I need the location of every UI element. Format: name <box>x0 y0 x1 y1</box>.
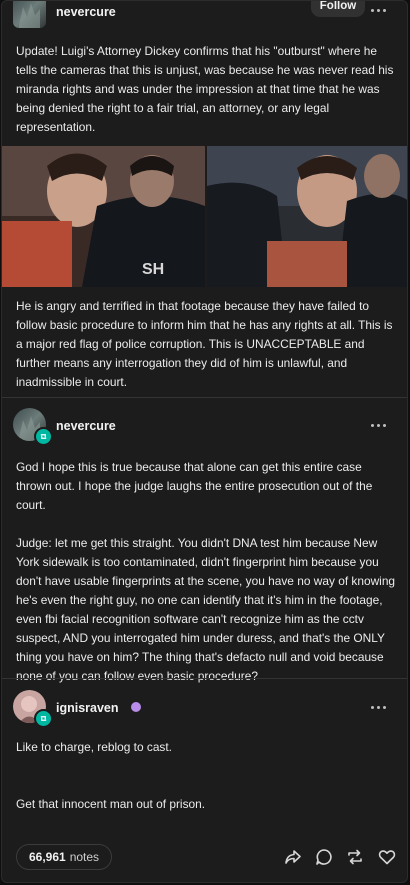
post-body: Update! Luigi's Attorney Dickey confirms… <box>16 42 396 137</box>
more-dots-icon[interactable] <box>371 6 389 14</box>
notes-label: notes <box>69 850 100 864</box>
more-dots-icon[interactable] <box>371 703 389 711</box>
reblog1-body: God I hope this is true because that alo… <box>16 458 396 686</box>
post-text: Update! Luigi's Attorney Dickey confirms… <box>16 44 394 134</box>
notes-count: 66,961 <box>29 850 66 864</box>
post-text-2: He is angry and terrified in that footag… <box>16 299 393 389</box>
reblog2-author[interactable]: ignisraven <box>56 701 119 715</box>
reblog-badge-icon <box>34 427 53 446</box>
heart-icon[interactable] <box>377 847 397 867</box>
divider <box>2 397 407 398</box>
post-author[interactable]: nevercure <box>56 5 116 19</box>
post-card: nevercure Follow Update! Luigi's Attorne… <box>1 0 408 883</box>
reblog-badge-icon <box>34 709 53 728</box>
notes-button[interactable]: 66,961 notes <box>16 844 113 870</box>
post-header: nevercure Follow <box>2 1 407 35</box>
avatar[interactable] <box>13 1 46 28</box>
reblog1-paragraph: God I hope this is true because that alo… <box>16 460 373 512</box>
reblog1-author[interactable]: nevercure <box>56 419 116 433</box>
photo-right[interactable] <box>207 146 407 287</box>
reblog-icon[interactable] <box>345 847 365 867</box>
reblog2-paragraph: Like to charge, reblog to cast. <box>16 740 172 754</box>
reblog2-paragraph: Get that innocent man out of prison. <box>16 797 206 811</box>
reblog2-header: ignisraven <box>2 690 407 730</box>
reblog1-paragraph: Judge: let me get this straight. You did… <box>16 536 396 683</box>
reblog2-body: Like to charge, reblog to cast. Get that… <box>16 738 396 814</box>
more-dots-icon[interactable] <box>371 421 389 429</box>
divider <box>2 678 407 679</box>
share-icon[interactable] <box>283 847 303 867</box>
verified-badge-icon <box>131 702 141 712</box>
photo-left[interactable]: SH <box>2 146 205 287</box>
follow-button[interactable]: Follow <box>311 1 365 17</box>
reply-icon[interactable] <box>314 847 334 867</box>
reblog1-header: nevercure <box>2 408 407 448</box>
photo-left-overlay: SH <box>142 261 164 278</box>
post-body-2: He is angry and terrified in that footag… <box>16 297 396 392</box>
